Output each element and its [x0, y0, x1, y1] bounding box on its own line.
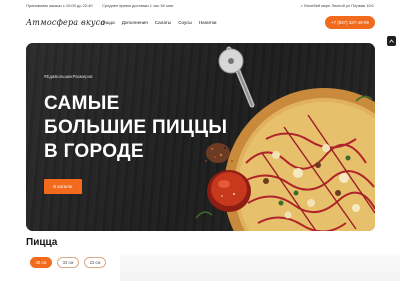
hero-title: САМЫЕ БОЛЬШИЕ ПИЦЦЫ В ГОРОДЕ: [44, 92, 228, 164]
hero-title-line: В ГОРОДЕ: [44, 141, 144, 162]
chevron-up-icon: [389, 39, 394, 43]
scroll-top-button[interactable]: [387, 36, 396, 46]
hero-title-line: БОЛЬШИЕ ПИЦЦЫ: [44, 117, 228, 138]
pizza-cutter-icon: [218, 46, 255, 108]
nav-item-salads[interactable]: Салаты: [155, 20, 171, 25]
section-title: Пицца: [26, 237, 58, 248]
size-chip-40[interactable]: 40 см: [30, 257, 52, 268]
nav-item-sauces[interactable]: Соусы: [178, 20, 192, 25]
site-header: Атмосфера вкуса Пицца Дополнения Салаты …: [0, 10, 400, 36]
phone-button[interactable]: +7 (937) 337-49-09: [325, 16, 375, 29]
delivery-time: Среднее время доставки 1 час 50 мин.: [102, 2, 175, 8]
size-chip-23[interactable]: 23 см: [84, 257, 106, 268]
catalog-button[interactable]: В каталог: [44, 179, 82, 194]
nav-item-drinks[interactable]: Напитки: [199, 20, 217, 25]
main-nav: Пицца Дополнения Салаты Соусы Напитки: [101, 20, 216, 25]
size-chip-33[interactable]: 33 см: [57, 257, 79, 268]
hero-title-line: САМЫЕ: [44, 93, 120, 114]
sauce-bowl-icon: [207, 170, 251, 212]
nav-item-extras[interactable]: Дополнения: [122, 20, 148, 25]
working-hours: Принимаем заказы с 10:00 до 22:40: [26, 2, 93, 8]
logo[interactable]: Атмосфера вкуса: [26, 18, 105, 27]
size-selector: 40 см 33 см 23 см: [30, 257, 106, 268]
address[interactable]: г. Белебей мкрн Лесной ул Первая 10/1: [301, 3, 374, 8]
section-background: [120, 254, 400, 281]
nav-item-pizza[interactable]: Пицца: [101, 20, 115, 25]
hero-hashtag: #ЕдаБольшихРазмеров: [44, 74, 93, 79]
info-bar: Принимаем заказы с 10:00 до 22:40 Средне…: [0, 0, 400, 10]
hero-banner: #ЕдаБольшихРазмеров САМЫЕ БОЛЬШИЕ ПИЦЦЫ …: [26, 43, 375, 231]
pizza-icon: [224, 88, 375, 231]
